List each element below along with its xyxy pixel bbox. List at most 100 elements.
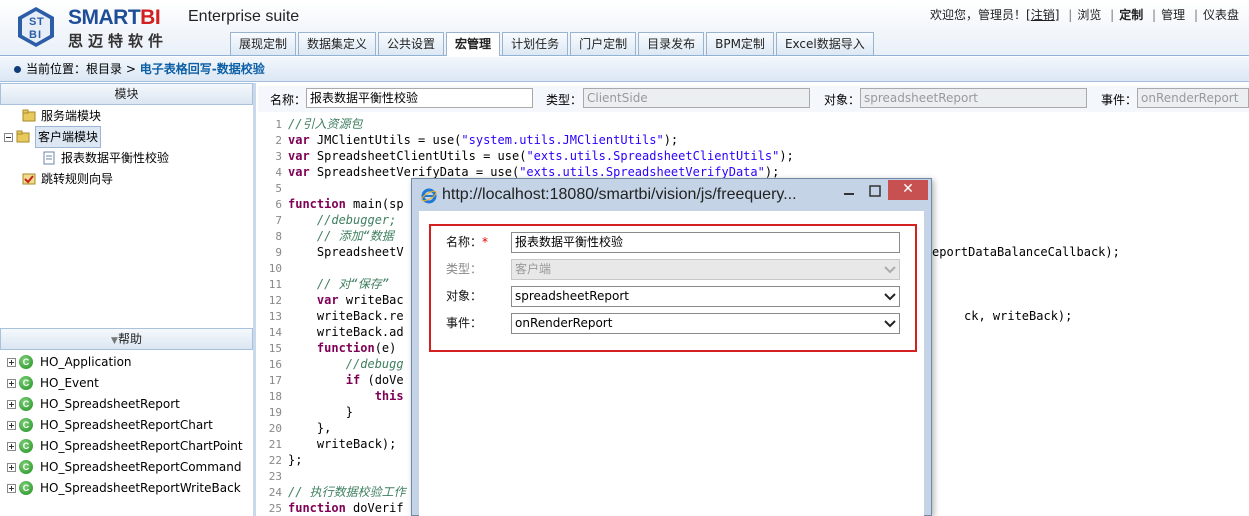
dialog-name-label: 名称：* (446, 235, 489, 249)
tab-schedule[interactable]: 计划任务 (502, 32, 569, 55)
expand-icon[interactable] (7, 399, 16, 409)
ie-icon (421, 188, 437, 204)
help-item-label: HO_SpreadsheetReportCommand (40, 460, 242, 474)
breadcrumb-root[interactable]: 根目录 (86, 62, 122, 76)
line-number: 5 (275, 182, 282, 195)
tree-item-server-module[interactable]: 服务端模块 (22, 106, 101, 126)
macro-dialog: http://localhost:18080/smartbi/vision/js… (411, 178, 932, 516)
welcome-end: ] (1054, 8, 1060, 22)
help-item[interactable]: C HO_SpreadsheetReportChart (7, 415, 213, 435)
line-number: 24 (268, 486, 282, 499)
tree-item-jump-wizard[interactable]: 跳转规则向导 (22, 169, 113, 189)
dialog-titlebar[interactable]: http://localhost:18080/smartbi/vision/js… (412, 179, 931, 211)
logout-link[interactable]: 注销 (1031, 6, 1055, 23)
line-number: 21 (268, 438, 282, 451)
tab-macro-manage[interactable]: 宏管理 (446, 32, 501, 56)
help-item[interactable]: C HO_SpreadsheetReportWriteBack (7, 478, 241, 498)
help-item[interactable]: C HO_Event (7, 373, 99, 393)
tab-display-custom[interactable]: 展现定制 (230, 32, 297, 55)
suite-name: Enterprise suite (188, 8, 300, 25)
expand-icon[interactable] (7, 483, 16, 493)
tree-item-balance-check[interactable]: 报表数据平衡性校验 (42, 148, 169, 168)
help-item[interactable]: C HO_Application (7, 352, 132, 372)
class-icon: C (19, 376, 33, 390)
code-text: var SpreadsheetVerifyData = use("exts.ut… (288, 165, 780, 179)
line-number: 3 (275, 150, 282, 163)
maximize-icon[interactable] (868, 184, 882, 198)
tab-catalog-publish[interactable]: 目录发布 (638, 32, 705, 55)
class-icon: C (19, 355, 33, 369)
line-number: 6 (275, 198, 282, 211)
svg-text:B: B (29, 29, 37, 41)
code-line: 16 //debugg (258, 356, 404, 372)
wizard-icon (22, 173, 36, 185)
line-number: 19 (268, 406, 282, 419)
object-label: 对象： (824, 93, 861, 107)
event-input: onRenderReport (1137, 88, 1249, 108)
dialog-name-input[interactable]: 报表数据平衡性校验 (511, 232, 900, 253)
code-line: 22}; (258, 452, 303, 468)
code-line: 7 //debugger; (258, 212, 396, 228)
code-text: SpreadsheetV (288, 245, 404, 259)
left-panel: 模块 服务端模块 客户端模块 报表数据平衡性校验 跳转规则向导 ▼帮助 C HO_… (0, 83, 256, 516)
line-number: 20 (268, 422, 282, 435)
expand-icon[interactable] (7, 378, 16, 388)
class-icon: C (19, 397, 33, 411)
dialog-object-select[interactable]: spreadsheetReport (511, 286, 900, 307)
expand-icon[interactable] (7, 420, 16, 430)
expand-icon[interactable] (7, 441, 16, 451)
line-number: 9 (275, 246, 282, 259)
code-line: 19 } (258, 404, 353, 420)
highlight-box: 名称：* 报表数据平衡性校验 类型： 客户端 对象： spreadsheetRe… (429, 224, 917, 352)
code-text: var JMClientUtils = use("system.utils.JM… (288, 133, 679, 147)
dialog-type-label: 类型： (446, 262, 483, 276)
name-input[interactable]: 报表数据平衡性校验 (306, 88, 533, 108)
manage-link[interactable]: 管理 (1161, 6, 1185, 23)
line-number: 22 (268, 454, 282, 467)
dashboard-link[interactable]: 仪表盘 (1203, 6, 1239, 23)
breadcrumb-sep: > (125, 62, 136, 76)
code-text: //引入资源包 (288, 117, 363, 131)
code-text: var writeBac (316, 293, 404, 307)
code-line: 12 var writeBac (258, 292, 404, 308)
dialog-type-select: 客户端 (511, 259, 900, 280)
help-item-label: HO_SpreadsheetReport (40, 397, 180, 411)
code-line: 18 this (258, 388, 404, 404)
customize-link[interactable]: 定制 (1119, 6, 1143, 23)
close-icon[interactable]: ✕ (888, 180, 928, 200)
app-header: S T B I SMARTBI 思迈特软件 Enterprise suite 欢… (0, 0, 1249, 56)
code-line: 25 function doVerif (258, 500, 404, 516)
code-text: function main(sp (288, 197, 404, 211)
tab-bpm-custom[interactable]: BPM定制 (706, 32, 774, 55)
help-item-label: HO_SpreadsheetReportChartPoint (40, 439, 243, 453)
code-text: //debugger; (316, 213, 397, 227)
tree-item-client-module[interactable]: 客户端模块 (4, 126, 102, 148)
tab-excel-import[interactable]: Excel数据导入 (775, 32, 874, 55)
svg-text:T: T (37, 16, 44, 28)
expand-icon[interactable] (7, 462, 16, 472)
help-item[interactable]: C HO_SpreadsheetReportCommand (7, 457, 242, 477)
tab-portal-custom[interactable]: 门户定制 (570, 32, 637, 55)
tab-dataset-define[interactable]: 数据集定义 (298, 32, 377, 55)
help-item[interactable]: C HO_SpreadsheetReport (7, 394, 180, 414)
expand-icon[interactable] (7, 357, 16, 367)
line-number: 1 (275, 118, 282, 131)
code-line: 8 // 添加“数据 (258, 228, 393, 244)
brand-logo: SMARTBI (68, 6, 161, 29)
collapse-icon[interactable] (4, 132, 13, 142)
dialog-event-select[interactable]: onRenderReport (511, 313, 900, 334)
minimize-icon[interactable] (842, 185, 856, 199)
event-label: 事件： (1101, 93, 1138, 107)
code-line: 17 if (doVe (258, 372, 404, 388)
tab-public-settings[interactable]: 公共设置 (378, 32, 445, 55)
line-number: 13 (268, 310, 282, 323)
line-number: 12 (268, 294, 282, 307)
type-input: ClientSide (583, 88, 810, 108)
code-line: 21 writeBack); (258, 436, 397, 452)
class-icon: C (19, 439, 33, 453)
code-line: 2 var JMClientUtils = use("system.utils.J… (258, 132, 678, 148)
dialog-body: 名称：* 报表数据平衡性校验 类型： 客户端 对象： spreadsheetRe… (419, 211, 924, 516)
browse-link[interactable]: 浏览 (1077, 6, 1101, 23)
line-number: 18 (268, 390, 282, 403)
help-item[interactable]: C HO_SpreadsheetReportChartPoint (7, 436, 243, 456)
